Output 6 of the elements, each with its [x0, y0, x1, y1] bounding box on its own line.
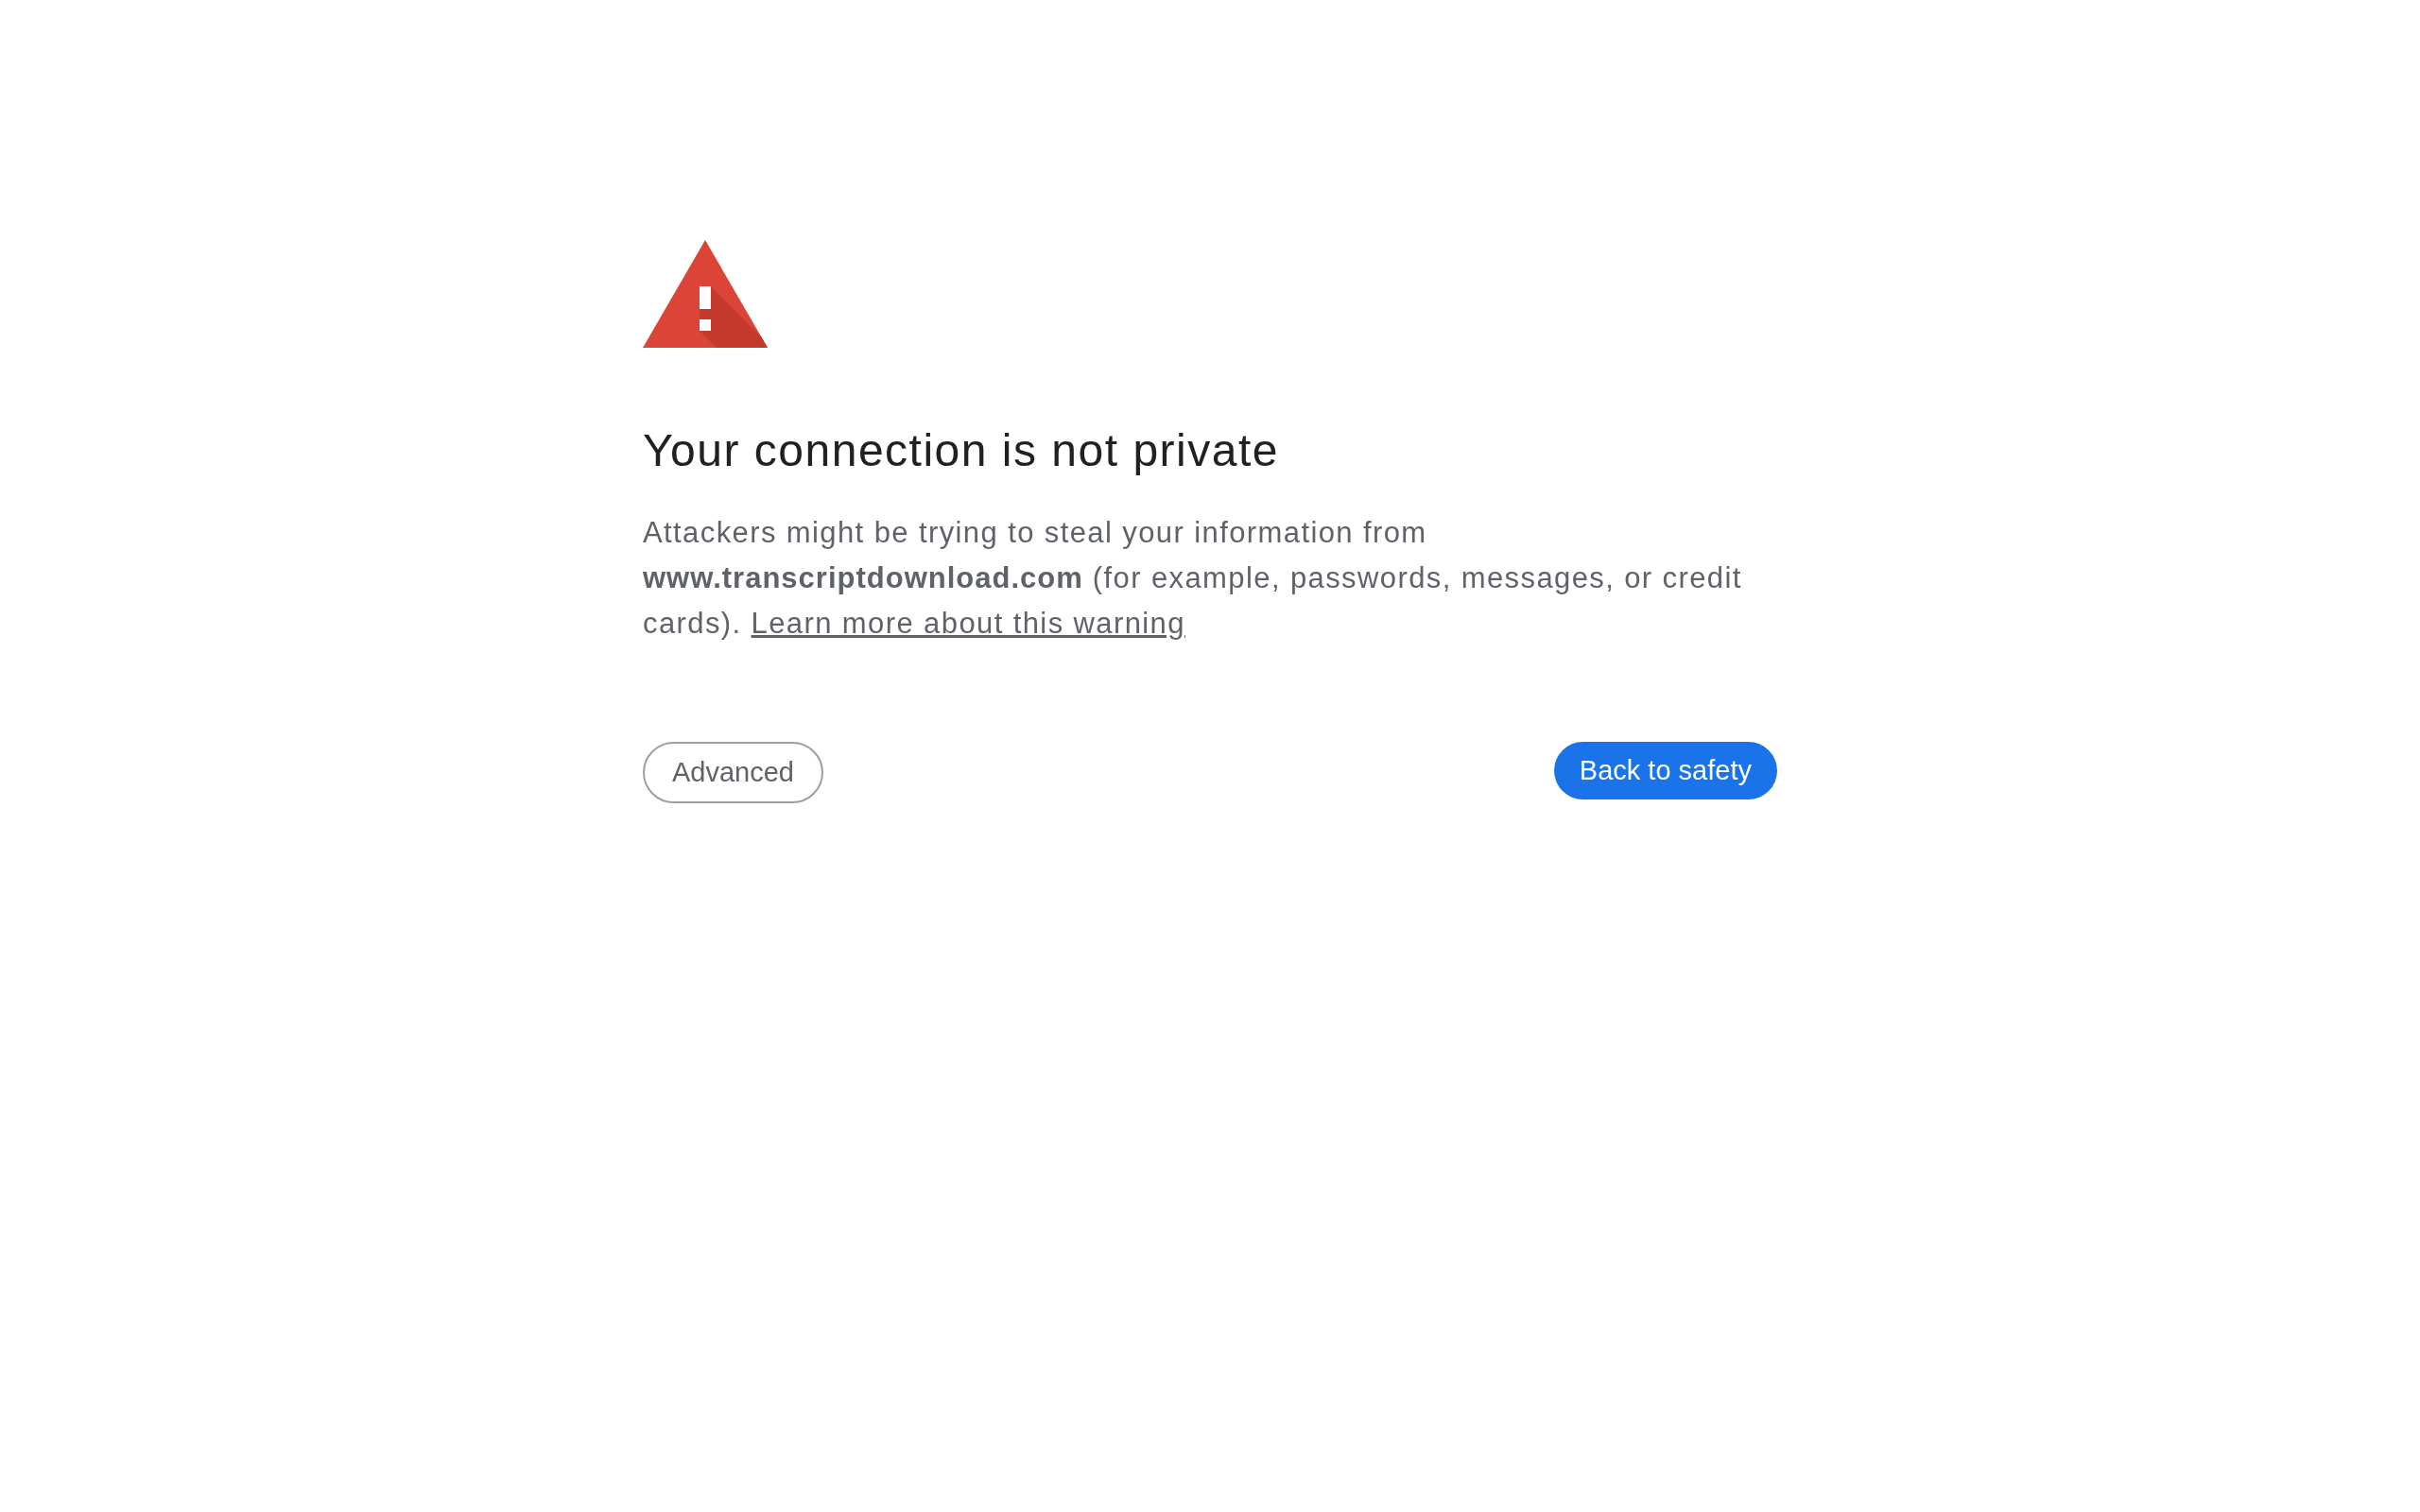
advanced-button[interactable]: Advanced — [643, 742, 823, 803]
warning-message: Attackers might be trying to steal your information from www.transcriptdownload.com (for example, passwords, messages, or credit cards). Learn more about this warning — [643, 515, 1743, 642]
page-heading: Your connection is not private — [643, 424, 1280, 477]
learn-more-link[interactable]: Learn more about this warning — [751, 607, 1185, 640]
warning-triangle-icon — [643, 240, 768, 348]
back-to-safety-button[interactable]: Back to safety — [1553, 742, 1777, 799]
